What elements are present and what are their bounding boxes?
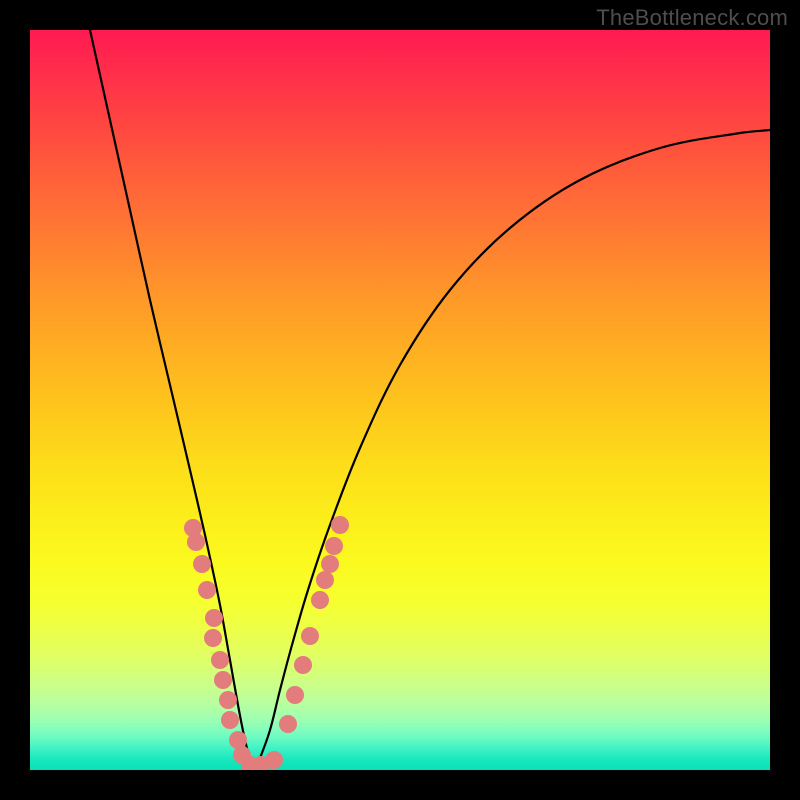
data-marker [265, 751, 283, 769]
curve-layer [30, 30, 770, 770]
data-marker [204, 629, 222, 647]
data-marker [279, 715, 297, 733]
data-marker [205, 609, 223, 627]
data-marker [219, 691, 237, 709]
data-marker [214, 671, 232, 689]
data-marker [316, 571, 334, 589]
data-marker [193, 555, 211, 573]
data-marker [321, 555, 339, 573]
data-marker [211, 651, 229, 669]
data-marker [187, 533, 205, 551]
data-marker [221, 711, 239, 729]
data-marker [294, 656, 312, 674]
plot-area [30, 30, 770, 770]
data-marker [198, 581, 216, 599]
data-marker [286, 686, 304, 704]
data-marker [301, 627, 319, 645]
watermark-text: TheBottleneck.com [596, 5, 788, 31]
bottleneck-curve [90, 30, 770, 768]
chart-frame: TheBottleneck.com [0, 0, 800, 800]
data-marker [331, 516, 349, 534]
data-marker [325, 537, 343, 555]
data-marker [311, 591, 329, 609]
